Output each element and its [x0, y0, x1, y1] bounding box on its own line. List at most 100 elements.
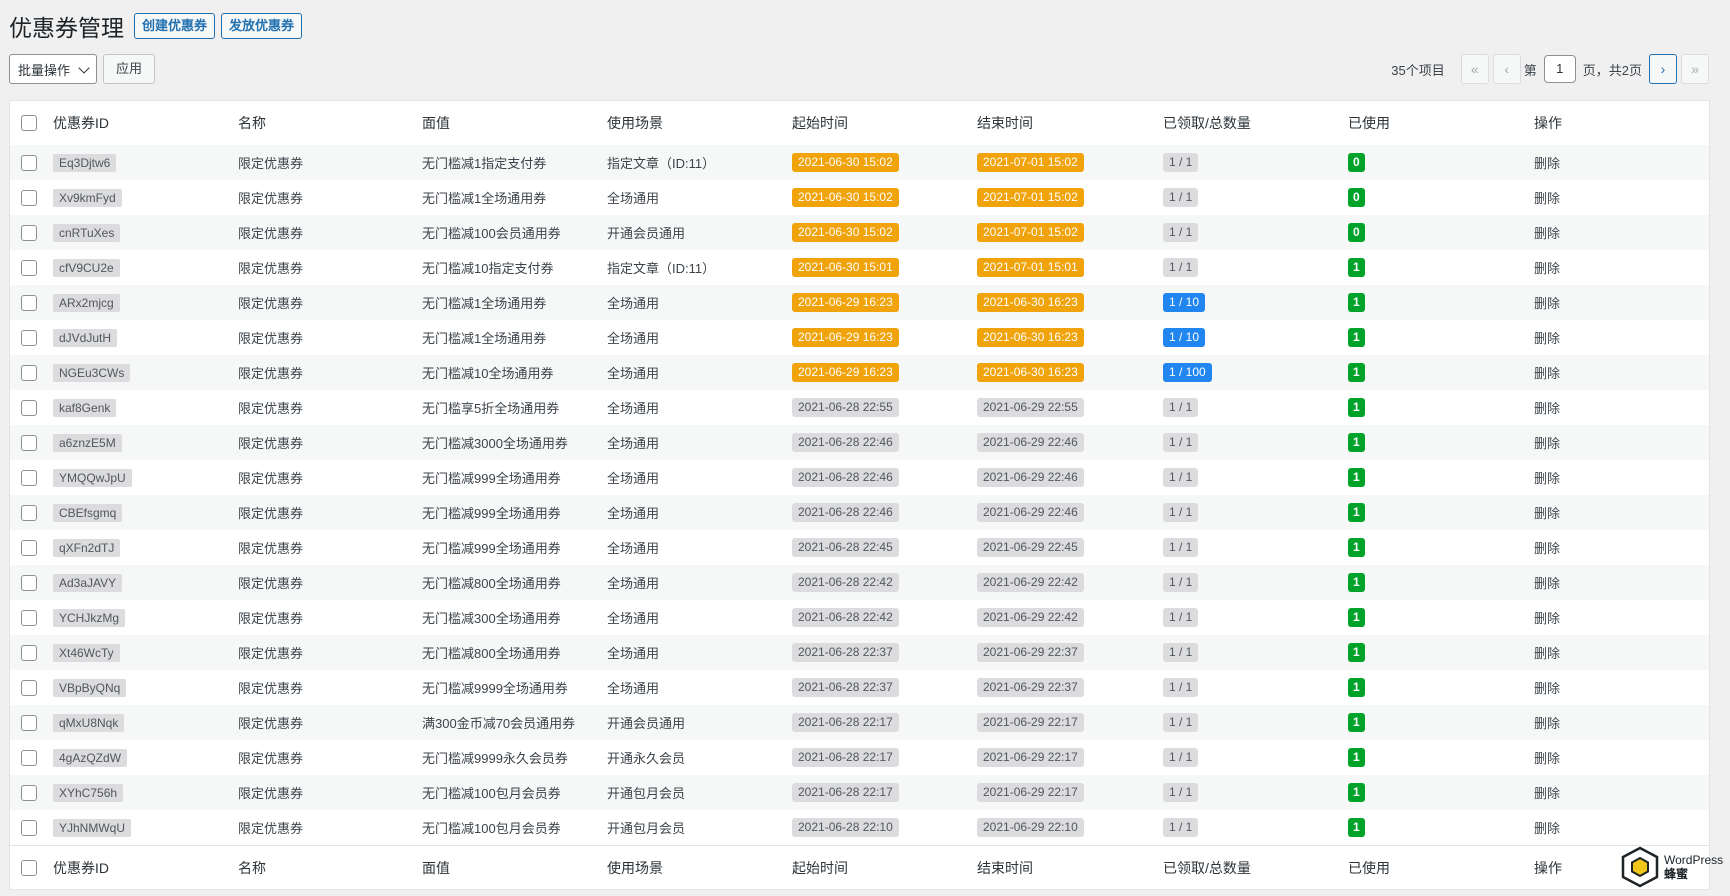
- create-coupon-button[interactable]: 创建优惠券: [134, 13, 216, 39]
- row-checkbox[interactable]: [21, 224, 37, 241]
- issue-coupon-button[interactable]: 发放优惠券: [221, 13, 303, 39]
- coupon-name: 限定优惠券: [238, 611, 304, 626]
- coupon-scene: 全场通用: [607, 401, 660, 416]
- delete-link[interactable]: 删除: [1534, 713, 1560, 732]
- table-row: dJVdJutH 限定优惠券 无门槛减1全场通用券 全场通用 2021-06-29 16…: [10, 320, 1709, 355]
- delete-link[interactable]: 删除: [1534, 818, 1560, 837]
- coupon-name: 限定优惠券: [238, 506, 304, 521]
- coupon-name: 限定优惠券: [238, 576, 304, 591]
- delete-link[interactable]: 删除: [1534, 398, 1560, 417]
- coupon-start: 2021-06-28 22:17: [792, 783, 899, 802]
- table-row: NGEu3CWs 限定优惠券 无门槛减10全场通用券 全场通用 2021-06-29 1…: [10, 355, 1709, 390]
- current-page-input[interactable]: 1: [1543, 55, 1576, 83]
- row-checkbox[interactable]: [21, 539, 37, 556]
- delete-link[interactable]: 删除: [1534, 258, 1560, 277]
- delete-link[interactable]: 删除: [1534, 503, 1560, 522]
- delete-link[interactable]: 删除: [1534, 153, 1560, 172]
- row-checkbox[interactable]: [21, 609, 37, 626]
- column-footer-name: 名称: [238, 860, 266, 876]
- last-page-button: »: [1681, 54, 1709, 84]
- row-checkbox[interactable]: [21, 784, 37, 801]
- coupon-end: 2021-06-29 22:17: [977, 713, 1084, 732]
- brand-line2: 蜂蜜: [1664, 867, 1689, 881]
- row-checkbox[interactable]: [21, 259, 37, 276]
- coupon-scene: 全场通用: [607, 541, 660, 556]
- coupon-value: 无门槛减100会员通用券: [422, 226, 561, 241]
- column-footer-start: 起始时间: [792, 860, 848, 876]
- coupon-start: 2021-06-30 15:01: [792, 258, 899, 277]
- row-checkbox[interactable]: [21, 294, 37, 311]
- table-row: 4gAzQZdW 限定优惠券 无门槛减9999永久会员券 开通永久会员 2021-06-…: [10, 740, 1709, 775]
- select-all-checkbox-footer[interactable]: [21, 860, 37, 876]
- coupon-start: 2021-06-28 22:45: [792, 538, 899, 557]
- row-checkbox[interactable]: [21, 714, 37, 731]
- coupon-claimed: 1 / 1: [1163, 398, 1199, 417]
- coupon-start: 2021-06-28 22:37: [792, 678, 899, 697]
- row-checkbox[interactable]: [21, 819, 37, 836]
- delete-link[interactable]: 删除: [1534, 783, 1560, 802]
- coupon-id: YCHJkzMg: [53, 608, 126, 627]
- coupon-claimed: 1 / 1: [1163, 153, 1199, 172]
- column-header-scene: 使用场景: [607, 115, 663, 131]
- apply-button[interactable]: 应用: [103, 54, 155, 84]
- coupon-claimed: 1 / 1: [1163, 818, 1199, 837]
- row-checkbox[interactable]: [21, 469, 37, 486]
- coupon-scene: 全场通用: [607, 471, 660, 486]
- row-checkbox[interactable]: [21, 679, 37, 696]
- coupon-id: 4gAzQZdW: [53, 748, 128, 767]
- delete-link[interactable]: 删除: [1534, 293, 1560, 312]
- table-row: a6znzE5M 限定优惠券 无门槛减3000全场通用券 全场通用 2021-06-28…: [10, 425, 1709, 460]
- coupon-end: 2021-07-01 15:02: [977, 223, 1084, 242]
- row-checkbox[interactable]: [21, 644, 37, 661]
- coupon-name: 限定优惠券: [238, 331, 304, 346]
- coupon-end: 2021-06-29 22:55: [977, 398, 1084, 417]
- delete-link[interactable]: 删除: [1534, 328, 1560, 347]
- coupon-claimed: 1 / 1: [1163, 713, 1199, 732]
- delete-link[interactable]: 删除: [1534, 433, 1560, 452]
- row-checkbox[interactable]: [21, 504, 37, 521]
- coupon-used: 1: [1348, 503, 1365, 522]
- column-header-id[interactable]: 优惠券ID: [53, 101, 109, 145]
- delete-link[interactable]: 删除: [1534, 223, 1560, 242]
- coupon-start: 2021-06-28 22:17: [792, 713, 899, 732]
- coupon-claimed: 1 / 1: [1163, 608, 1199, 627]
- delete-link[interactable]: 删除: [1534, 538, 1560, 557]
- select-all-checkbox[interactable]: [21, 115, 37, 131]
- table-row: qXFn2dTJ 限定优惠券 无门槛减999全场通用券 全场通用 2021-06-28 …: [10, 530, 1709, 565]
- delete-link[interactable]: 删除: [1534, 678, 1560, 697]
- delete-link[interactable]: 删除: [1534, 643, 1560, 662]
- coupon-value: 无门槛减300全场通用券: [422, 611, 561, 626]
- row-checkbox[interactable]: [21, 574, 37, 591]
- row-checkbox[interactable]: [21, 434, 37, 451]
- delete-link[interactable]: 删除: [1534, 573, 1560, 592]
- row-checkbox[interactable]: [21, 749, 37, 766]
- delete-link[interactable]: 删除: [1534, 188, 1560, 207]
- row-checkbox[interactable]: [21, 329, 37, 346]
- delete-link[interactable]: 删除: [1534, 748, 1560, 767]
- column-footer-id[interactable]: 优惠券ID: [53, 846, 109, 890]
- coupon-start: 2021-06-30 15:02: [792, 188, 899, 207]
- coupon-id: dJVdJutH: [53, 328, 118, 347]
- coupon-value: 无门槛减1全场通用券: [422, 331, 547, 346]
- delete-link[interactable]: 删除: [1534, 468, 1560, 487]
- row-checkbox[interactable]: [21, 189, 37, 206]
- coupon-claimed: 1 / 1: [1163, 433, 1199, 452]
- coupon-name: 限定优惠券: [238, 541, 304, 556]
- coupon-end: 2021-06-29 22:17: [977, 783, 1084, 802]
- delete-link[interactable]: 删除: [1534, 363, 1560, 382]
- coupon-end: 2021-06-29 22:46: [977, 503, 1084, 522]
- coupon-value: 无门槛减1全场通用券: [422, 296, 547, 311]
- column-header-used: 已使用: [1348, 115, 1390, 131]
- row-checkbox[interactable]: [21, 399, 37, 416]
- items-count: 35个项目: [1391, 62, 1445, 78]
- next-page-button[interactable]: ›: [1649, 54, 1677, 84]
- delete-link[interactable]: 删除: [1534, 608, 1560, 627]
- row-checkbox[interactable]: [21, 364, 37, 381]
- bulk-action-select[interactable]: 批量操作: [9, 54, 97, 84]
- coupon-start: 2021-06-28 22:37: [792, 643, 899, 662]
- coupon-claimed: 1 / 1: [1163, 538, 1199, 557]
- coupon-used: 1: [1348, 328, 1365, 347]
- row-checkbox[interactable]: [21, 154, 37, 171]
- coupon-claimed: 1 / 1: [1163, 678, 1199, 697]
- coupon-used: 1: [1348, 573, 1365, 592]
